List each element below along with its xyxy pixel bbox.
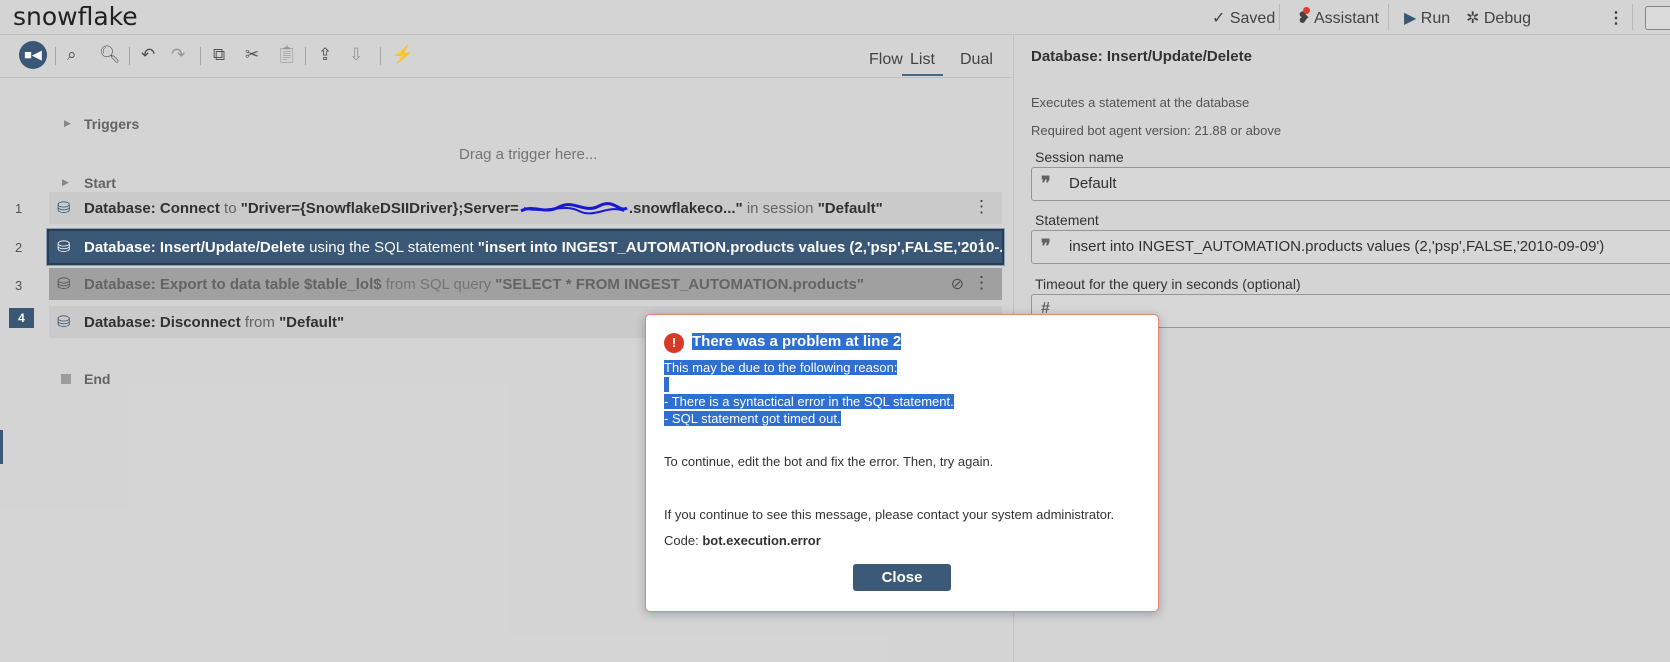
continue-instruction: To continue, edit the bot and fix the er… [664, 454, 994, 469]
error-code: Code: bot.execution.error [664, 533, 821, 548]
dialog-title: There was a problem at line 2 [692, 333, 902, 350]
contact-admin-text: If you continue to see this message, ple… [664, 507, 1115, 522]
reason-syntax: - There is a syntactical error in the SQ… [664, 394, 954, 409]
reason-intro: This may be due to the following reason: [664, 360, 898, 375]
reason-timeout: - SQL statement got timed out. [664, 411, 841, 426]
error-dialog: ! There was a problem at line 2 This may… [645, 314, 1159, 612]
error-icon: ! [664, 333, 684, 353]
close-button[interactable]: Close [853, 564, 951, 591]
blank-selected-line [664, 377, 669, 395]
